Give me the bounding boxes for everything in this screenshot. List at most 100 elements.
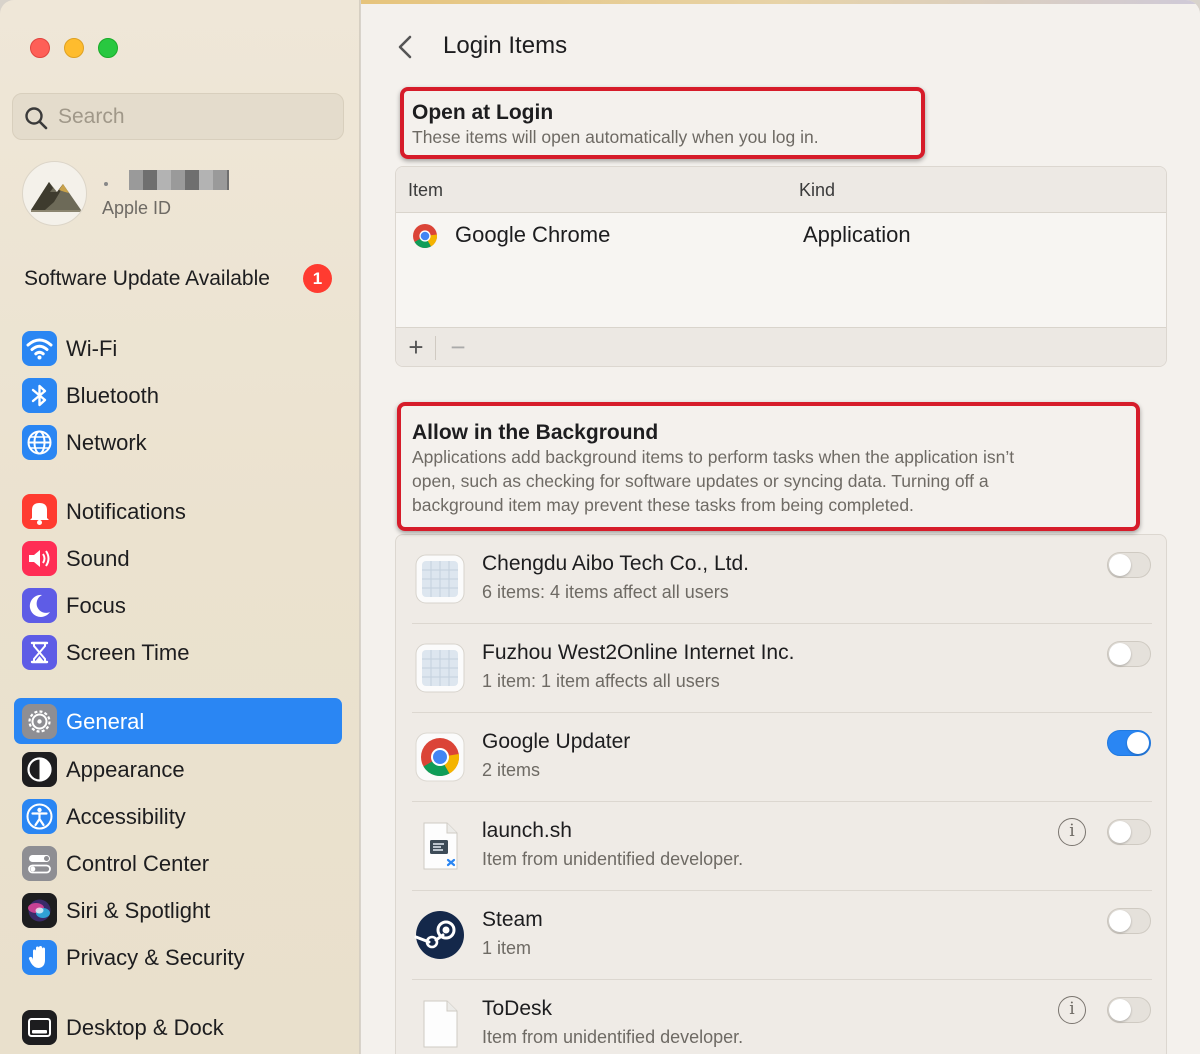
search-input[interactable] bbox=[58, 104, 328, 130]
script-file-icon bbox=[423, 822, 458, 870]
sidebar-item-label: Screen Time bbox=[66, 640, 190, 665]
column-header-item[interactable]: Item bbox=[408, 180, 443, 201]
back-button[interactable] bbox=[390, 30, 422, 64]
generic-app-icon bbox=[415, 554, 465, 604]
background-item-detail: 1 item bbox=[482, 938, 532, 958]
sidebar-item-network[interactable]: Network bbox=[14, 419, 342, 465]
sidebar-item-focus[interactable]: Focus bbox=[14, 582, 342, 628]
sidebar-item-notifications[interactable]: Notifications bbox=[14, 488, 342, 534]
user-name-redacted bbox=[129, 170, 229, 190]
background-item-detail: 2 items bbox=[482, 760, 541, 780]
sidebar-item-sound[interactable]: Sound bbox=[14, 535, 342, 581]
sidebar-item-label: Appearance bbox=[66, 757, 185, 782]
footer-divider bbox=[435, 336, 436, 360]
zoom-window-button[interactable] bbox=[98, 38, 118, 58]
add-login-item-button[interactable]: + bbox=[402, 334, 430, 362]
sidebar-item-control-center[interactable]: Control Center bbox=[14, 840, 342, 886]
apple-id-row[interactable]: Apple ID bbox=[22, 160, 342, 230]
sidebar-item-label: Siri & Spotlight bbox=[66, 898, 211, 923]
annotation-highlight-open-at-login bbox=[400, 87, 925, 159]
list-item[interactable]: Chengdu Aibo Tech Co., Ltd. 6 items: 4 i… bbox=[412, 535, 1152, 624]
sidebar-item-label: Desktop & Dock bbox=[66, 1015, 224, 1040]
toggle-knob bbox=[1109, 910, 1131, 932]
background-item-name: ToDesk bbox=[482, 997, 553, 1020]
list-item[interactable]: launch.sh Item from unidentified develop… bbox=[412, 802, 1152, 891]
list-item[interactable]: Steam 1 item bbox=[412, 891, 1152, 980]
chrome-icon bbox=[413, 224, 437, 249]
login-item-kind: Application bbox=[803, 222, 911, 247]
search-field[interactable] bbox=[12, 93, 344, 140]
sidebar-item-accessibility[interactable]: Accessibility bbox=[14, 793, 342, 839]
chrome-icon bbox=[415, 732, 465, 782]
list-item[interactable]: ToDesk Item from unidentified developer.… bbox=[412, 980, 1152, 1054]
toggle-knob bbox=[1109, 821, 1131, 843]
document-icon bbox=[423, 1000, 458, 1048]
sidebar-item-label: Sound bbox=[66, 546, 130, 571]
appearance-icon bbox=[22, 752, 57, 787]
software-update-label: Software Update Available bbox=[24, 267, 270, 290]
avatar bbox=[22, 161, 87, 226]
update-badge: 1 bbox=[303, 264, 332, 293]
sidebar-item-wifi[interactable]: Wi-Fi bbox=[14, 325, 342, 371]
background-item-name: Chengdu Aibo Tech Co., Ltd. bbox=[482, 552, 749, 575]
accessibility-icon bbox=[22, 799, 57, 834]
table-row[interactable]: Google Chrome Application bbox=[396, 214, 1166, 256]
bluetooth-icon bbox=[22, 378, 57, 413]
column-header-kind[interactable]: Kind bbox=[799, 180, 835, 201]
sidebar-item-privacy-security[interactable]: Privacy & Security bbox=[14, 934, 342, 980]
sidebar-item-bluetooth[interactable]: Bluetooth bbox=[14, 372, 342, 418]
list-item[interactable]: Fuzhou West2Online Internet Inc. 1 item:… bbox=[412, 624, 1152, 713]
sidebar-item-label: General bbox=[66, 709, 145, 734]
allow-background-toggle[interactable] bbox=[1107, 819, 1151, 845]
allow-background-toggle[interactable] bbox=[1107, 641, 1151, 667]
sidebar: Apple ID Software Update Available 1 Wi-… bbox=[0, 0, 360, 1054]
hourglass-icon bbox=[22, 635, 57, 670]
chevron-left-icon bbox=[398, 35, 412, 59]
sidebar-item-appearance[interactable]: Appearance bbox=[14, 746, 342, 792]
close-window-button[interactable] bbox=[30, 38, 50, 58]
sidebar-item-label: Privacy & Security bbox=[66, 945, 245, 970]
dock-icon bbox=[22, 1010, 57, 1045]
sidebar-item-siri-spotlight[interactable]: Siri & Spotlight bbox=[14, 887, 342, 933]
login-items-table: Item Kind Google Chrome Application + − bbox=[395, 166, 1167, 367]
remove-login-item-button[interactable]: − bbox=[444, 334, 472, 362]
sidebar-item-label: Wi-Fi bbox=[66, 336, 118, 361]
toggles-icon bbox=[22, 846, 57, 881]
generic-app-icon bbox=[415, 643, 465, 693]
page-title: Login Items bbox=[443, 32, 568, 59]
login-item-name: Google Chrome bbox=[455, 222, 611, 247]
speaker-icon bbox=[22, 541, 57, 576]
software-update-row[interactable]: Software Update Available 1 bbox=[24, 262, 344, 296]
globe-icon bbox=[22, 425, 57, 460]
sidebar-item-general[interactable]: General bbox=[14, 698, 342, 744]
allow-background-toggle[interactable] bbox=[1107, 730, 1151, 756]
sidebar-item-label: Bluetooth bbox=[66, 383, 159, 408]
sidebar-item-label: Focus bbox=[66, 593, 126, 618]
siri-icon bbox=[22, 893, 57, 928]
sidebar-item-label: Notifications bbox=[66, 499, 186, 524]
toggle-knob bbox=[1109, 999, 1131, 1021]
background-item-name: Google Updater bbox=[482, 730, 631, 753]
name-redaction-dot bbox=[104, 182, 108, 186]
hand-icon bbox=[22, 940, 57, 975]
sidebar-item-label: Accessibility bbox=[66, 804, 186, 829]
info-icon[interactable]: i bbox=[1058, 818, 1086, 846]
background-item-detail: 6 items: 4 items affect all users bbox=[482, 582, 729, 602]
sidebar-item-screen-time[interactable]: Screen Time bbox=[14, 629, 342, 675]
sidebar-item-desktop-dock[interactable]: Desktop & Dock bbox=[14, 1004, 342, 1050]
search-icon bbox=[25, 107, 48, 130]
allow-background-toggle[interactable] bbox=[1107, 908, 1151, 934]
sidebar-item-label: Network bbox=[66, 430, 147, 455]
window-top-edge bbox=[361, 0, 1200, 4]
background-item-detail: 1 item: 1 item affects all users bbox=[482, 671, 720, 691]
minimize-window-button[interactable] bbox=[64, 38, 84, 58]
allow-background-toggle[interactable] bbox=[1107, 552, 1151, 578]
background-item-name: Steam bbox=[482, 908, 543, 931]
sidebar-item-label: Control Center bbox=[66, 851, 210, 876]
allow-background-toggle[interactable] bbox=[1107, 997, 1151, 1023]
background-item-detail: Item from unidentified developer. bbox=[482, 849, 744, 869]
list-item[interactable]: Google Updater 2 items bbox=[412, 713, 1152, 802]
table-header: Item Kind bbox=[396, 167, 1166, 213]
info-icon[interactable]: i bbox=[1058, 996, 1086, 1024]
moon-icon bbox=[22, 588, 57, 623]
